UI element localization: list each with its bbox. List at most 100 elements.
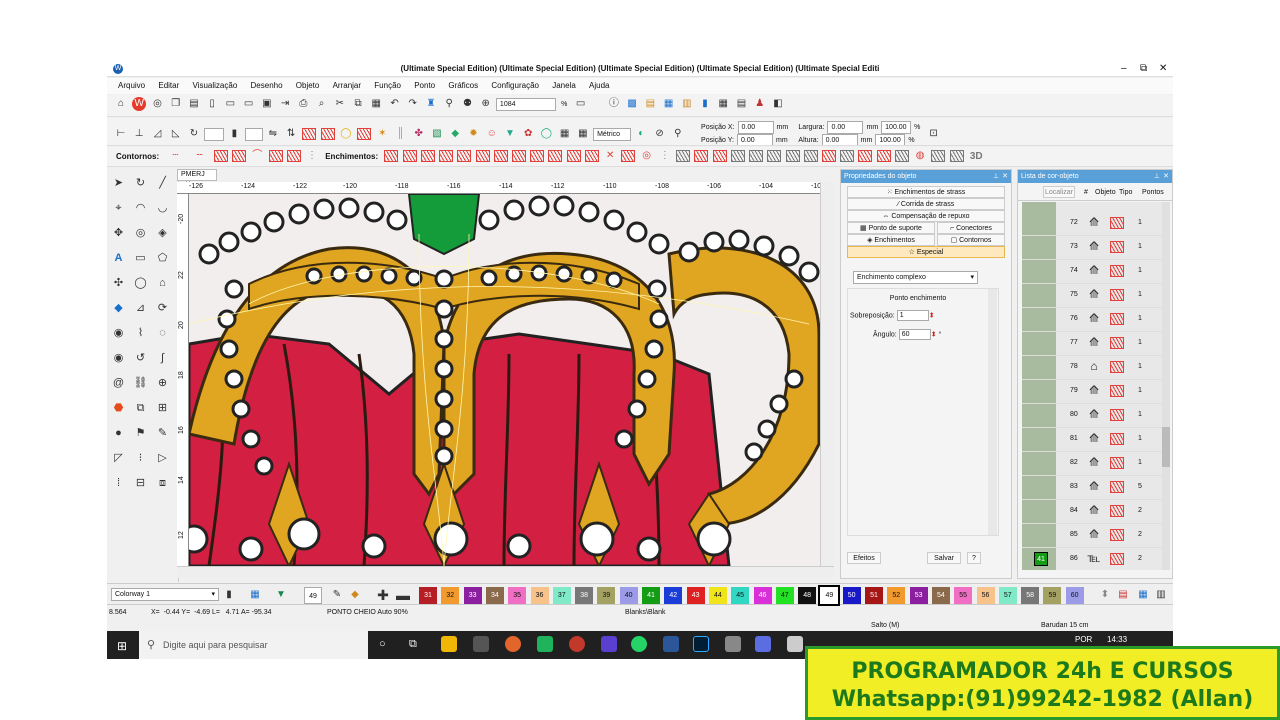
thread-chart-icon[interactable]: ▤: [1116, 588, 1130, 602]
house-shape-icon[interactable]: ⌂: [154, 276, 171, 293]
table-row[interactable]: 76 ⟰ 1: [1022, 308, 1162, 332]
swirl-icon[interactable]: ◌: [154, 326, 171, 343]
colorway-select[interactable]: Colorway 1 ▾: [111, 588, 219, 601]
outline-zigzag-2-icon[interactable]: [232, 150, 247, 162]
hoop-icon[interactable]: ◎: [150, 97, 164, 111]
run-stitch-icon[interactable]: [357, 128, 372, 140]
shape-icon[interactable]: ◈: [154, 226, 171, 243]
loop-icon[interactable]: ↺: [132, 351, 149, 368]
machine-icon[interactable]: ▩: [625, 97, 639, 111]
fill-program-icon[interactable]: [439, 150, 454, 162]
layers-icon[interactable]: ❐: [169, 97, 183, 111]
open-folder-icon[interactable]: ▭: [223, 97, 237, 111]
outline-satin-icon[interactable]: [268, 150, 283, 162]
zoom-combo[interactable]: 1084: [495, 97, 556, 111]
stitch-tool-icon[interactable]: ⁞: [110, 476, 127, 493]
color-swatch[interactable]: 47: [775, 587, 794, 604]
slow-redraw-icon[interactable]: ⚲: [442, 97, 456, 111]
menu-graficos[interactable]: Gráficos: [448, 78, 478, 94]
table-row[interactable]: 75 ⟰ 1: [1022, 284, 1162, 308]
lock-input[interactable]: [244, 127, 263, 141]
table-row[interactable]: 41 86 ℡ 2: [1022, 548, 1162, 570]
canvas-vertical-scrollbar[interactable]: [820, 182, 834, 566]
app-window-icon[interactable]: [787, 636, 803, 652]
width-pct-input[interactable]: 100.00: [881, 121, 912, 134]
measure-icon[interactable]: ◐: [634, 127, 648, 141]
settings-scrollbar[interactable]: [988, 289, 997, 535]
link-icon[interactable]: ⌇: [132, 326, 149, 343]
table-row[interactable]: 85 ⟰ 2: [1022, 524, 1162, 548]
app-red-icon[interactable]: [569, 636, 585, 652]
proportional-lock-icon[interactable]: ⊡: [927, 127, 941, 141]
color-swatch[interactable]: 45: [731, 587, 750, 604]
shapes-icon[interactable]: ◆: [448, 127, 462, 141]
taskbar-search[interactable]: ⚲ Digite aqui para pesquisar: [139, 631, 368, 659]
strass-run-button[interactable]: ⁄ Corrida de strass: [847, 198, 1005, 210]
save-icon[interactable]: ▣: [260, 97, 274, 111]
design-canvas[interactable]: [189, 194, 820, 566]
menu-ajuda[interactable]: Ajuda: [589, 78, 609, 94]
menu-janela[interactable]: Janela: [552, 78, 576, 94]
new-file-icon[interactable]: ▯: [205, 97, 219, 111]
color-swatch[interactable]: 37: [552, 587, 571, 604]
object-list-scrollbar[interactable]: [1162, 202, 1170, 570]
color-swatch[interactable]: 49: [818, 585, 841, 606]
wilcom-icon[interactable]: W: [132, 97, 147, 111]
height-input[interactable]: 0.00: [821, 134, 858, 145]
tatami-stitch-icon[interactable]: [320, 128, 335, 140]
tool-globe-icon[interactable]: ◍: [913, 149, 927, 163]
stop-icon[interactable]: ⬣: [110, 401, 127, 418]
thread-icon[interactable]: ▼: [274, 588, 288, 602]
crosshair-icon[interactable]: ⊕: [154, 376, 171, 393]
copy-tool-icon[interactable]: ⧉: [132, 401, 149, 418]
star-select-icon[interactable]: ✶: [375, 127, 389, 141]
rotate-angle-input[interactable]: [204, 127, 225, 141]
palette-settings-icon[interactable]: ▥: [1154, 588, 1168, 602]
panel-close-icon[interactable]: ✕: [1163, 170, 1169, 183]
menu-desenho[interactable]: Desenho: [251, 78, 283, 94]
circle-select-icon[interactable]: ◎: [132, 226, 149, 243]
fill-net-icon[interactable]: [566, 150, 581, 162]
color-swatch[interactable]: 40: [619, 587, 638, 604]
firefox-icon[interactable]: [505, 636, 521, 652]
node-select-icon[interactable]: ⌖: [110, 201, 127, 218]
rectangle-icon[interactable]: ▭: [132, 251, 149, 268]
outline-satin-2-icon[interactable]: [286, 150, 301, 162]
mirror-v-icon[interactable]: ⇅: [284, 127, 298, 141]
fill-x-icon[interactable]: ✕: [603, 149, 617, 163]
skew-icon[interactable]: ◿: [150, 127, 164, 141]
three-d-label[interactable]: 3D: [970, 151, 983, 162]
language-indicator[interactable]: POR: [1075, 635, 1092, 644]
table-row[interactable]: 73 ⟰ 1: [1022, 236, 1162, 260]
app-blue-icon[interactable]: [755, 636, 771, 652]
table-row[interactable]: 83 ⟰ 5: [1022, 476, 1162, 500]
table-row[interactable]: 81 ⟰ 1: [1022, 428, 1162, 452]
tool-e-icon[interactable]: [749, 150, 764, 162]
help-button[interactable]: ?: [967, 552, 981, 564]
menu-funcao[interactable]: Função: [374, 78, 401, 94]
outline-arc-icon[interactable]: ⌒: [250, 149, 264, 163]
lock-icon[interactable]: ▮: [227, 127, 241, 141]
tool-m-icon[interactable]: [894, 150, 909, 162]
canvas-horizontal-scrollbar[interactable]: [177, 566, 834, 578]
fill-spiral-icon[interactable]: [530, 150, 545, 162]
rotate-icon[interactable]: ↻: [187, 127, 201, 141]
fill-satin-icon[interactable]: [384, 150, 399, 162]
more-outlines-icon[interactable]: ⋮: [305, 149, 319, 163]
palette-scroll-icon[interactable]: ⬍: [1098, 588, 1112, 602]
color-swatch[interactable]: 38: [575, 587, 594, 604]
shirt-icon[interactable]: ▼: [503, 127, 517, 141]
fill-cross-icon[interactable]: [493, 150, 508, 162]
table-row[interactable]: 84 ⟰ 2: [1022, 500, 1162, 524]
tab-support-stitch[interactable]: ▦ Ponto de suporte: [847, 222, 935, 234]
current-color-swatch[interactable]: 49: [304, 587, 322, 604]
copy-icon[interactable]: ⧉: [351, 97, 365, 111]
garment-icon[interactable]: ✿: [521, 127, 535, 141]
fill-checker-icon[interactable]: [584, 150, 599, 162]
menu-arranjar[interactable]: Arranjar: [333, 78, 361, 94]
color-swatch[interactable]: 41: [642, 587, 660, 604]
word-icon[interactable]: [663, 636, 679, 652]
grid-view-2-icon[interactable]: ▦: [576, 127, 590, 141]
panel-close-icon[interactable]: ✕: [1002, 170, 1008, 183]
tool-g-icon[interactable]: [785, 150, 800, 162]
